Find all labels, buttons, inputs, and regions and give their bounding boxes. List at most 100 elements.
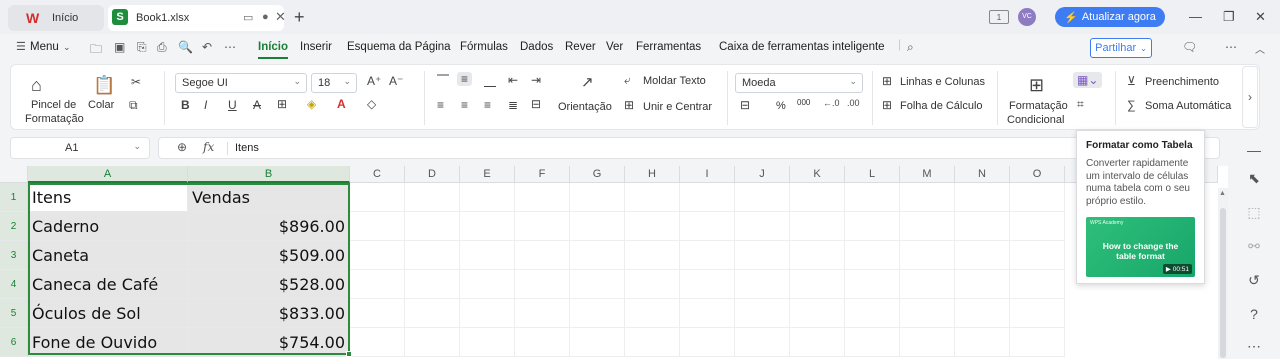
menu-item-caixa[interactable]: Caixa de ferramentas inteligente (719, 41, 885, 53)
empty-cell[interactable] (955, 183, 1010, 212)
share-button[interactable]: Partilhar ⌄ (1090, 38, 1152, 58)
tab-close-icon[interactable]: ✕ (275, 9, 286, 25)
empty-cell[interactable] (790, 241, 845, 270)
empty-cell[interactable] (680, 328, 735, 357)
help-icon[interactable]: ? (1242, 306, 1266, 322)
comment-icon[interactable]: 🗨 (1182, 40, 1197, 54)
empty-cell[interactable] (1010, 212, 1065, 241)
increase-font-icon[interactable]: A⁺ (367, 74, 381, 88)
wrap-text-icon[interactable]: ⤶ (624, 73, 631, 88)
paint-format-label-2[interactable]: Formatação (25, 113, 84, 125)
empty-cell[interactable] (955, 212, 1010, 241)
minimize-icon[interactable]: — (1189, 9, 1202, 24)
cell-b6[interactable]: $754.00 (188, 328, 350, 357)
more-quick-icon[interactable]: ⋯ (224, 40, 236, 54)
cell-a4[interactable]: Caneca de Café (28, 270, 188, 299)
fx-icon[interactable]: fx (203, 140, 214, 154)
column-header-14[interactable]: O (1010, 166, 1065, 183)
name-box[interactable]: A1 ⌄ (10, 137, 150, 159)
cut-icon[interactable]: ✂ (131, 75, 141, 89)
orientation-label[interactable]: Orientação (558, 101, 612, 113)
empty-cell[interactable] (350, 299, 405, 328)
empty-cell[interactable] (515, 270, 570, 299)
more-panel-icon[interactable]: ⋯ (1242, 338, 1266, 355)
cell-b4[interactable]: $528.00 (188, 270, 350, 299)
empty-cell[interactable] (955, 328, 1010, 357)
empty-cell[interactable] (405, 270, 460, 299)
row-header-3[interactable]: 4 (0, 270, 28, 299)
empty-cell[interactable] (955, 270, 1010, 299)
spreadsheet-grid[interactable]: ABCDEFGHIJKLMNO 1 Itens Vendas 2 Caderno $896… (0, 166, 1228, 359)
empty-cell[interactable] (570, 241, 625, 270)
empty-cell[interactable] (625, 270, 680, 299)
percent-button[interactable]: % (776, 100, 786, 112)
conditional-format-label-2[interactable]: Condicional (1007, 114, 1064, 126)
empty-cell[interactable] (735, 299, 790, 328)
empty-cell[interactable] (405, 212, 460, 241)
clear-format-icon[interactable]: ◇ (367, 97, 376, 111)
worksheet-icon[interactable]: ⊞ (882, 98, 892, 112)
empty-cell[interactable] (515, 183, 570, 212)
cell-a3[interactable]: Caneta (28, 241, 188, 270)
font-color-icon[interactable]: A (337, 97, 346, 111)
underline-icon[interactable]: U (228, 98, 237, 112)
borders-icon[interactable]: ⊞ (277, 97, 287, 111)
menu-button[interactable]: Menu (30, 41, 59, 53)
ribbon-scroll-right-icon[interactable]: › (1242, 66, 1258, 128)
empty-cell[interactable] (845, 212, 900, 241)
empty-cell[interactable] (350, 241, 405, 270)
indent-decrease-icon[interactable]: ⇤ (508, 73, 518, 87)
empty-cell[interactable] (955, 241, 1010, 270)
menu-item-dados[interactable]: Dados (520, 41, 553, 53)
restore-icon[interactable]: ❐ (1223, 9, 1235, 25)
empty-cell[interactable] (350, 270, 405, 299)
empty-cell[interactable] (845, 241, 900, 270)
empty-cell[interactable] (350, 183, 405, 212)
empty-cell[interactable] (1010, 183, 1065, 212)
empty-cell[interactable] (845, 183, 900, 212)
empty-cell[interactable] (680, 299, 735, 328)
bold-icon[interactable]: B (181, 98, 190, 112)
scroll-thumb[interactable] (1220, 208, 1226, 358)
empty-cell[interactable] (735, 241, 790, 270)
format-panel-icon[interactable]: ⬚ (1242, 204, 1266, 221)
distributed-icon[interactable]: ⊟ (531, 97, 541, 111)
empty-cell[interactable] (625, 183, 680, 212)
empty-cell[interactable] (460, 299, 515, 328)
empty-cell[interactable] (405, 328, 460, 357)
empty-cell[interactable] (680, 241, 735, 270)
column-header-6[interactable]: G (570, 166, 625, 183)
empty-cell[interactable] (570, 183, 625, 212)
column-header-10[interactable]: K (790, 166, 845, 183)
strikethrough-icon[interactable]: A (253, 98, 261, 112)
decrease-font-icon[interactable]: A⁻ (389, 74, 403, 88)
fill-label[interactable]: Preenchimento (1145, 76, 1219, 88)
empty-cell[interactable] (735, 328, 790, 357)
chevron-down-icon[interactable]: ⌄ (63, 42, 71, 53)
menu-item-rever[interactable]: Rever (565, 41, 596, 53)
merge-center-icon[interactable]: ⊞ (624, 98, 634, 112)
decrease-decimal-icon[interactable]: .00 (847, 98, 860, 108)
column-header-11[interactable]: L (845, 166, 900, 183)
indent-increase-icon[interactable]: ⇥ (531, 73, 541, 87)
column-header-3[interactable]: D (405, 166, 460, 183)
upgrade-button[interactable]: ⚡ Atualizar agora (1055, 7, 1165, 27)
empty-cell[interactable] (625, 241, 680, 270)
print-icon[interactable]: ⎙ (157, 40, 167, 55)
history-icon[interactable]: ↺ (1242, 272, 1266, 289)
currency-icon[interactable]: ⊟ (740, 98, 750, 112)
merge-center-label[interactable]: Unir e Centrar (643, 101, 712, 113)
cell-a2[interactable]: Caderno (28, 212, 188, 241)
folder-icon[interactable]: 🗀 (90, 40, 102, 61)
conditional-format-label[interactable]: Formatação (1009, 100, 1068, 112)
empty-cell[interactable] (900, 299, 955, 328)
align-middle-icon[interactable]: ≡ (457, 72, 473, 86)
column-header-7[interactable]: H (625, 166, 680, 183)
empty-cell[interactable] (570, 328, 625, 357)
empty-cell[interactable] (570, 299, 625, 328)
rows-columns-label[interactable]: Linhas e Colunas (900, 76, 985, 88)
menu-item-formulas[interactable]: Fórmulas (460, 41, 508, 53)
empty-cell[interactable] (625, 299, 680, 328)
increase-decimal-icon[interactable]: ←.0 (823, 98, 840, 108)
vertical-scrollbar[interactable]: ▲ (1218, 188, 1228, 359)
